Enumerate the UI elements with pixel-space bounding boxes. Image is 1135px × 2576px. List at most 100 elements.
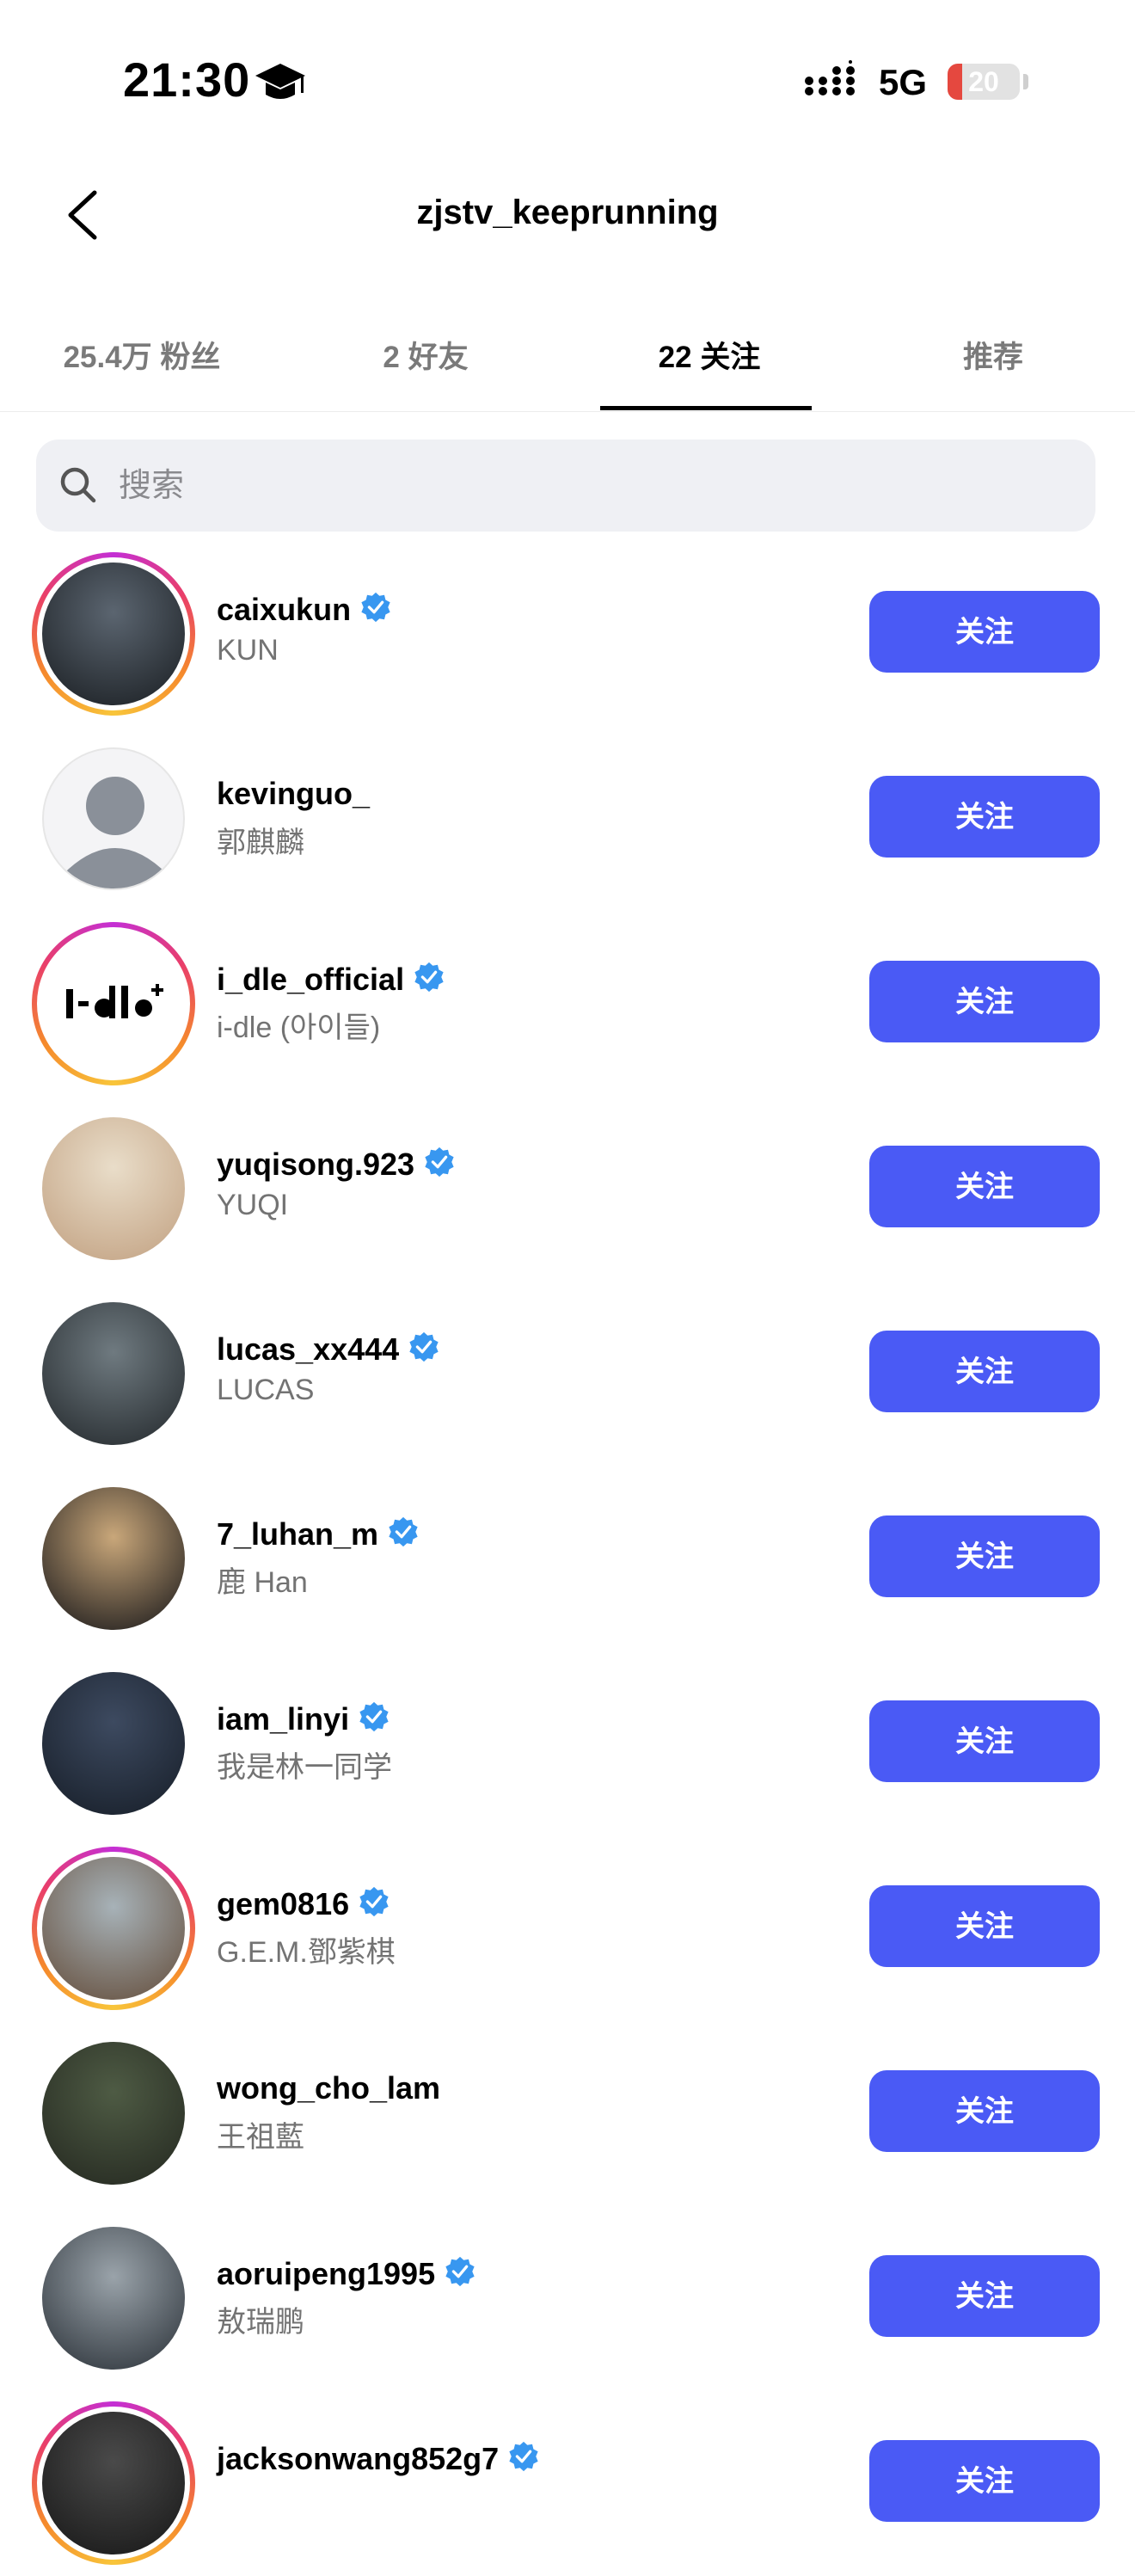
display-name: YUQI [217,1189,289,1221]
tab-following[interactable]: 22 关注 [568,333,851,384]
display-name: i-dle (아이들) [217,1011,381,1044]
list-item[interactable]: lucas_xx444 LUCAS 关注 [0,1282,1135,1466]
tab-friends[interactable]: 2 好友 [284,333,568,384]
list-item[interactable]: jacksonwang852g7 关注 [0,2391,1135,2576]
follow-button[interactable]: 关注 [869,1331,1100,1412]
avatar[interactable] [32,1107,195,1270]
default-avatar-icon [42,747,185,890]
tab-followers[interactable]: 25.4万 粉丝 [0,333,284,384]
list-item[interactable]: 7_luhan_m 鹿 Han 关注 [0,1466,1135,1651]
follow-button[interactable]: 关注 [869,591,1100,673]
profile-photo [42,1672,185,1815]
verified-badge-icon [413,961,445,1001]
username[interactable]: lucas_xx444 [217,1331,440,1371]
follow-button[interactable]: 关注 [869,2440,1100,2522]
list-item[interactable]: wong_cho_lam 王祖藍 关注 [0,2021,1135,2206]
avatar[interactable] [32,1847,195,2010]
battery-level: 20 [968,66,999,97]
username[interactable]: aoruipeng1995 [217,2255,476,2296]
username-text: yuqisong.923 [217,1147,415,1182]
username-text: gem0816 [217,1886,350,1921]
avatar[interactable] [32,922,195,1085]
tab-bar: 25.4万 粉丝 2 好友 22 关注 推荐 [0,305,1135,412]
header: zjstv_keeprunning [0,163,1135,267]
list-item[interactable]: yuqisong.923 YUQI 关注 [0,1097,1135,1282]
search-bar [36,440,1095,532]
avatar[interactable] [32,2032,195,2195]
username[interactable]: kevinguo_ [217,776,370,812]
username[interactable]: iam_linyi [217,1700,390,1741]
tab-suggested[interactable]: 推荐 [851,333,1135,384]
profile-photo [42,1302,185,1445]
username[interactable]: jacksonwang852g7 [217,2440,540,2481]
display-name: KUN [217,634,279,667]
username[interactable]: yuqisong.923 [217,1146,456,1186]
list-item[interactable]: i_dle_official i-dle (아이들) 关注 [0,912,1135,1097]
verified-badge-icon [358,1700,390,1741]
search-input[interactable] [117,457,1066,515]
profile-photo [42,1117,185,1260]
verified-badge-icon [387,1515,420,1556]
display-name: 郭麒麟 [217,827,304,859]
display-name: LUCAS [217,1374,315,1406]
list-item[interactable]: gem0816 G.E.M.鄧紫棋 关注 [0,1836,1135,2021]
profile-photo [42,1487,185,1630]
avatar[interactable] [32,2401,195,2565]
username-text: kevinguo_ [217,776,371,811]
follow-button[interactable]: 关注 [869,961,1100,1042]
brand-logo-avatar [42,932,185,1075]
profile-photo [42,2227,185,2370]
verified-badge-icon [423,1146,456,1186]
follow-button[interactable]: 关注 [869,1146,1100,1227]
username-text: 7_luhan_m [217,1516,379,1552]
username[interactable]: gem0816 [217,1885,390,1926]
graduation-cap-icon [254,62,307,111]
avatar[interactable] [32,737,195,901]
network-type: 5G [879,62,928,102]
follow-button[interactable]: 关注 [869,1885,1100,1967]
verified-badge-icon [408,1331,440,1371]
follow-button[interactable]: 关注 [869,2255,1100,2337]
profile-photo [42,1857,185,2000]
username-text: caixukun [217,592,352,627]
active-tab-indicator [600,406,812,410]
username-text: lucas_xx444 [217,1331,400,1367]
verified-badge-icon [359,591,392,631]
display-name: 我是林一同学 [217,1751,392,1784]
display-name: G.E.M.鄧紫棋 [217,1936,396,1969]
profile-photo [42,2412,185,2554]
username[interactable]: i_dle_official [217,961,445,1001]
battery-icon: 20 [948,64,1020,100]
follow-button[interactable]: 关注 [869,1515,1100,1597]
username[interactable]: caixukun [217,591,392,631]
username-text: wong_cho_lam [217,2070,441,2106]
list-item[interactable]: kevinguo_ 郭麒麟 关注 [0,727,1135,912]
list-item[interactable]: aoruipeng1995 敖瑞鹏 关注 [0,2206,1135,2391]
cellular-signal-icon [804,60,864,102]
status-time: 21:30 [123,52,251,107]
avatar[interactable] [32,552,195,716]
avatar[interactable] [32,1662,195,1825]
display-name: 鹿 Han [217,1566,308,1599]
search-icon [58,465,98,509]
avatar[interactable] [32,2216,195,2380]
follow-button[interactable]: 关注 [869,776,1100,858]
list-item[interactable]: caixukun KUN 关注 [0,542,1135,727]
verified-badge-icon [507,2440,540,2481]
username[interactable]: wong_cho_lam [217,2070,440,2106]
avatar[interactable] [32,1292,195,1455]
username-text: aoruipeng1995 [217,2256,436,2291]
verified-badge-icon [444,2255,476,2296]
follow-button[interactable]: 关注 [869,1700,1100,1782]
username[interactable]: 7_luhan_m [217,1515,420,1556]
display-name: 王祖藍 [217,2121,304,2154]
display-name: 敖瑞鹏 [217,2306,304,2339]
profile-photo [42,563,185,705]
profile-photo [42,2042,185,2185]
username-text: i_dle_official [217,962,405,997]
username-text: jacksonwang852g7 [217,2441,500,2476]
verified-badge-icon [358,1885,390,1926]
list-item[interactable]: iam_linyi 我是林一同学 关注 [0,1651,1135,1836]
follow-button[interactable]: 关注 [869,2070,1100,2152]
avatar[interactable] [32,1477,195,1640]
